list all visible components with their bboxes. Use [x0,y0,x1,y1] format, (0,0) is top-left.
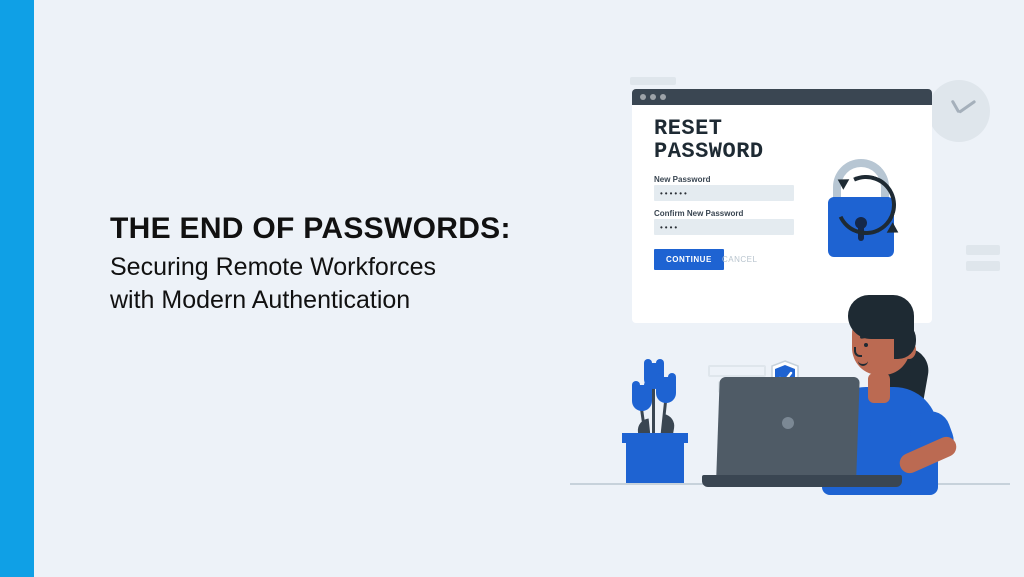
cancel-button: CANCEL [722,255,757,264]
clock-icon [928,80,990,142]
headline-block: THE END OF PASSWORDS: Securing Remote Wo… [110,212,570,317]
window-heading-line1: RESET [654,117,723,140]
window-dot-icon [660,94,666,100]
tulip-icon [632,385,652,411]
laptop-base [702,475,902,487]
confirm-password-value: •••• [660,223,679,232]
new-password-value: •••••• [660,189,689,198]
illustration: RESET PASSWORD New Password •••••• Confi… [590,85,1000,515]
headline-title: THE END OF PASSWORDS: [110,212,570,245]
decorative-bar [966,245,1000,255]
confirm-password-field: •••• [654,219,794,235]
headline-subtitle: Securing Remote Workforces with Modern A… [110,251,570,317]
confirm-password-label: Confirm New Password [654,209,743,218]
headline-subtitle-line2: with Modern Authentication [110,286,410,314]
window-titlebar [632,89,932,105]
laptop-logo-icon [782,417,794,429]
person-nose [854,347,862,357]
decorative-bar [630,77,676,85]
plant-pot-icon [626,441,684,485]
decorative-bar [708,365,766,377]
person-neck [868,373,890,403]
new-password-label: New Password [654,175,710,184]
accent-bar [0,0,34,577]
new-password-field: •••••• [654,185,794,201]
window-dot-icon [650,94,656,100]
decorative-bar [966,261,1000,271]
person-eye [864,343,868,347]
window-dot-icon [640,94,646,100]
continue-button: CONTINUE [654,249,724,270]
headline-subtitle-line1: Securing Remote Workforces [110,253,436,281]
window-heading-line2: PASSWORD [654,140,764,163]
tulip-icon [656,377,676,403]
